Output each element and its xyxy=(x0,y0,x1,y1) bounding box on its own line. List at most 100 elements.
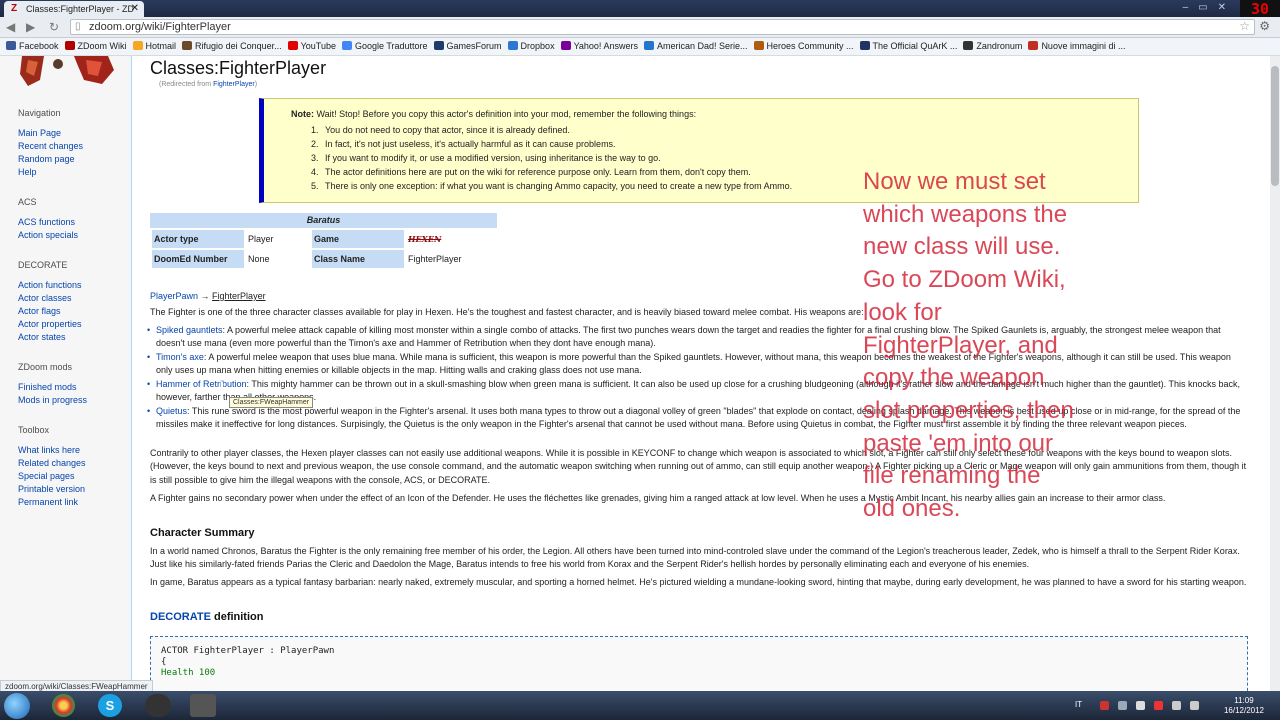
decorate-link[interactable]: DECORATE xyxy=(150,611,211,623)
network-icon[interactable] xyxy=(1172,701,1181,710)
weapon-link[interactable]: Hammer of Retribution xyxy=(156,379,247,389)
volume-icon[interactable] xyxy=(1190,701,1199,710)
defender-paragraph: A Fighter gains no secondary power when … xyxy=(150,493,1166,503)
summary-paragraph-1: In a world named Chronos, Baratus the Fi… xyxy=(150,546,1240,570)
bookmark-label: Nuove immagini di ... xyxy=(1041,41,1126,51)
page-scrollbar[interactable] xyxy=(1270,56,1280,691)
clock-date: 16/12/2012 xyxy=(1223,706,1264,715)
sidebar-link[interactable]: Actor flags xyxy=(18,306,61,316)
sidebar-link[interactable]: Action functions xyxy=(18,280,82,290)
redirect-suffix: ) xyxy=(254,81,258,88)
bookmark-item[interactable]: YouTube xyxy=(287,41,336,51)
wrench-menu-icon[interactable]: ⚙ xyxy=(1259,19,1270,33)
weapon-link[interactable]: Spiked gauntlets xyxy=(156,325,223,335)
browser-tab-bar: Z Classes:FighterPlayer - ZD ✕ –▭✕ 30 xyxy=(0,0,1280,18)
browser-toolbar: ◀ ▶ ↻ ▯ zdoom.org/wiki/FighterPlayer ☆ ⚙ xyxy=(0,17,1280,38)
bookmark-item[interactable]: Google Traduttore xyxy=(341,41,428,51)
browser-tab[interactable]: Z Classes:FighterPlayer - ZD ✕ xyxy=(4,1,144,17)
note-item-number: 4. xyxy=(311,167,319,177)
infobox-actor-type-value: Player xyxy=(248,234,274,244)
bookmark-item[interactable]: Hotmail xyxy=(132,41,176,51)
bookmark-item[interactable]: Rifugio dei Conquer... xyxy=(182,41,282,51)
bookmark-favicon-icon xyxy=(507,41,518,50)
tray-icon[interactable] xyxy=(1136,701,1145,710)
sidebar-heading-toolbox: Toolbox xyxy=(18,425,50,435)
zdoom-logo-icon[interactable] xyxy=(14,56,114,89)
tab-close-icon[interactable]: ✕ xyxy=(131,3,139,14)
note-item-number: 2. xyxy=(311,139,319,149)
bookmark-item[interactable]: The Official QuArK ... xyxy=(859,41,957,51)
note-intro: Note: Wait! Stop! Before you copy this a… xyxy=(291,109,696,119)
tray-icon[interactable] xyxy=(1100,701,1109,710)
note-item: 5. There is only one exception: if what y… xyxy=(311,181,792,195)
inheritance-parent-link[interactable]: PlayerPawn xyxy=(150,291,198,301)
scrollbar-thumb[interactable] xyxy=(1271,66,1279,186)
weapon-link[interactable]: Timon's axe xyxy=(156,352,204,362)
sidebar-link[interactable]: Permanent link xyxy=(18,497,78,507)
bookmark-label: ZDoom Wiki xyxy=(77,41,127,51)
clock-time: 11:09 xyxy=(1234,696,1254,705)
bookmark-item[interactable]: Zandronum xyxy=(963,41,1022,51)
bookmark-item[interactable]: GamesForum xyxy=(433,41,502,51)
note-item: 4. The actor definitions here are put on … xyxy=(311,167,792,181)
bookmark-label: Facebook xyxy=(19,41,59,51)
bookmark-item[interactable]: Heroes Community ... xyxy=(753,41,854,51)
chrome-taskbar-icon[interactable] xyxy=(52,694,75,717)
code-line: { xyxy=(161,657,167,667)
bookmark-item[interactable]: Yahoo! Answers xyxy=(560,41,638,51)
bookmark-item[interactable]: ZDoom Wiki xyxy=(64,41,127,51)
redirect-link[interactable]: FighterPlayer xyxy=(213,81,255,88)
language-indicator[interactable]: IT xyxy=(1075,700,1082,709)
note-item: 2. In fact, it's not just useless, it's a… xyxy=(311,139,792,153)
sidebar-link[interactable]: Special pages xyxy=(18,471,75,481)
address-bar[interactable]: ▯ zdoom.org/wiki/FighterPlayer xyxy=(70,19,1255,35)
note-item-number: 1. xyxy=(311,125,319,135)
bookmark-item[interactable]: Nuove immagini di ... xyxy=(1028,41,1125,51)
bookmark-favicon-icon xyxy=(643,41,654,50)
infobox-actor-type-label: Actor type xyxy=(152,230,244,248)
hexen-logo-icon[interactable]: HEXEN xyxy=(408,234,441,244)
bookmark-item[interactable]: American Dad! Serie... xyxy=(643,41,748,51)
weapon-link[interactable]: Quietus xyxy=(156,406,187,416)
link-tooltip: Classes:FWeapHammer xyxy=(229,397,314,408)
window-controls[interactable]: –▭✕ xyxy=(1183,2,1236,13)
tray-icon[interactable] xyxy=(1118,701,1127,710)
window-taskbar-icon[interactable] xyxy=(190,694,216,717)
sidebar-link[interactable]: Mods in progress xyxy=(18,395,87,405)
mouse-cursor xyxy=(221,382,231,394)
back-arrow-icon[interactable]: ◀ xyxy=(6,20,15,34)
sidebar-link[interactable]: Recent changes xyxy=(18,141,83,151)
note-label: Note: xyxy=(291,109,314,119)
sidebar-link[interactable]: Related changes xyxy=(18,458,86,468)
sidebar-link[interactable]: Printable version xyxy=(18,484,85,494)
sidebar-link[interactable]: Help xyxy=(18,167,37,177)
system-clock[interactable]: 11:09 16/12/2012 xyxy=(1224,696,1264,716)
bookmark-item[interactable]: Dropbox xyxy=(507,41,555,51)
intro-paragraph: The Fighter is one of the three characte… xyxy=(150,307,864,317)
sidebar-link[interactable]: ACS functions xyxy=(18,217,75,227)
start-button-icon[interactable] xyxy=(4,693,30,719)
bookmark-favicon-icon xyxy=(433,41,444,50)
app-taskbar-icon[interactable] xyxy=(145,694,171,717)
sidebar-link[interactable]: Actor classes xyxy=(18,293,72,303)
bookmark-label: Rifugio dei Conquer... xyxy=(195,41,282,51)
weapon-description: : A powerful melee attack capable of kil… xyxy=(156,325,1221,349)
sidebar-link[interactable]: Actor states xyxy=(18,332,66,342)
sidebar-link[interactable]: Main Page xyxy=(18,128,61,138)
sidebar-link[interactable]: Finished mods xyxy=(18,382,77,392)
weapon-description: : This rune sword is the most powerful w… xyxy=(156,406,1241,430)
bookmark-star-icon[interactable]: ☆ xyxy=(1239,19,1250,33)
note-list: 1. You do not need to copy that actor, si… xyxy=(311,125,792,195)
bookmark-item[interactable]: Facebook xyxy=(6,41,59,51)
sidebar-link[interactable]: Actor properties xyxy=(18,319,82,329)
note-item-text: If you want to modify it, or use a modif… xyxy=(325,153,661,163)
sidebar-link[interactable]: Action specials xyxy=(18,230,78,240)
forward-arrow-icon[interactable]: ▶ xyxy=(26,20,35,34)
reload-icon[interactable]: ↻ xyxy=(49,20,59,34)
tray-icon[interactable] xyxy=(1154,701,1163,710)
skype-taskbar-icon[interactable]: S xyxy=(98,694,122,717)
sidebar-heading-zdoom-mods: ZDoom mods xyxy=(18,362,73,372)
sidebar-link[interactable]: What links here xyxy=(18,445,80,455)
wiki-sidebar: Navigation ACS DECORATE ZDoom mods Toolb… xyxy=(0,56,131,691)
sidebar-link[interactable]: Random page xyxy=(18,154,75,164)
